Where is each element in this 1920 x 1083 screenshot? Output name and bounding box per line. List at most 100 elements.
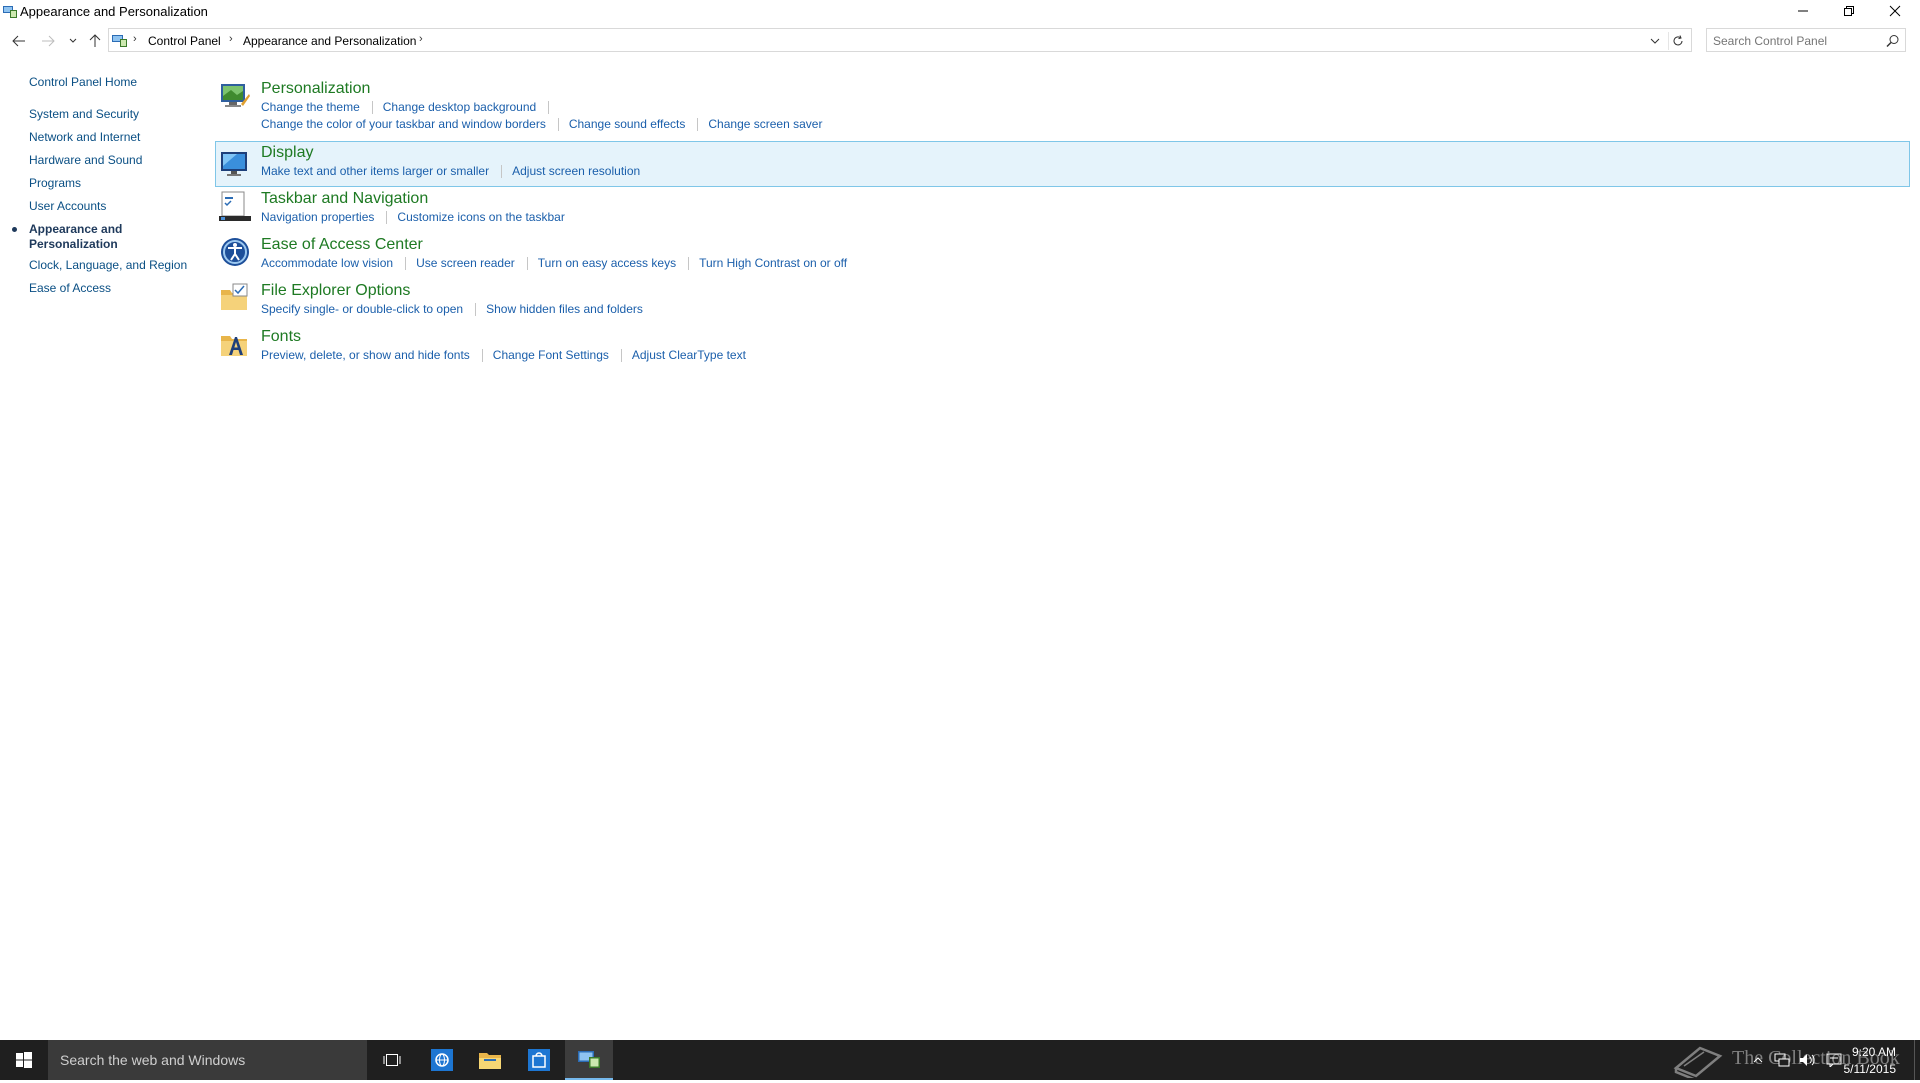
window-title: Appearance and Personalization xyxy=(20,4,208,19)
ease-of-access-title-link[interactable]: Ease of Access Center xyxy=(261,236,423,254)
nav-system-and-security[interactable]: System and Security xyxy=(29,107,139,122)
nav-ease-of-access[interactable]: Ease of Access xyxy=(29,281,111,296)
link-separator xyxy=(386,211,388,225)
network-icon xyxy=(1774,1053,1790,1067)
address-dropdown-button[interactable] xyxy=(1647,33,1663,49)
link-change-screen-saver[interactable]: Change screen saver xyxy=(708,117,822,131)
display-title-link[interactable]: Display xyxy=(261,144,313,162)
folder-icon xyxy=(479,1053,501,1069)
link-adjust-screen-resolution[interactable]: Adjust screen resolution xyxy=(512,164,640,178)
close-icon xyxy=(1889,5,1901,17)
link-use-screen-reader[interactable]: Use screen reader xyxy=(416,256,515,270)
link-single-double-click[interactable]: Specify single- or double-click to open xyxy=(261,302,463,316)
search-box[interactable] xyxy=(1706,28,1906,52)
link-customize-taskbar-icons[interactable]: Customize icons on the taskbar xyxy=(397,210,564,224)
store-icon xyxy=(528,1049,550,1071)
breadcrumb-separator[interactable]: › xyxy=(419,33,423,45)
chevron-down-icon xyxy=(69,38,77,43)
control-panel-icon xyxy=(578,1051,600,1068)
nav-network-and-internet[interactable]: Network and Internet xyxy=(29,130,140,145)
taskbar-app-control-panel[interactable] xyxy=(565,1040,613,1080)
breadcrumb-control-panel[interactable]: Control Panel xyxy=(148,34,221,48)
show-hidden-icons-button[interactable] xyxy=(1750,1040,1766,1080)
link-navigation-properties[interactable]: Navigation properties xyxy=(261,210,374,224)
nav-hardware-and-sound[interactable]: Hardware and Sound xyxy=(29,153,142,168)
ease-of-access-icon xyxy=(221,238,249,266)
link-make-text-larger[interactable]: Make text and other items larger or smal… xyxy=(261,164,489,178)
nav-programs[interactable]: Programs xyxy=(29,176,81,191)
control-panel-home-link[interactable]: Control Panel Home xyxy=(29,75,137,90)
chevron-up-icon xyxy=(1753,1057,1763,1063)
search-icon[interactable] xyxy=(1885,33,1901,49)
nav-appearance-and-personalization[interactable]: Appearance and Personalization xyxy=(29,222,122,252)
back-button[interactable] xyxy=(8,30,30,52)
link-show-hidden-files[interactable]: Show hidden files and folders xyxy=(486,302,643,316)
category-personalization: Personalization Change the theme Change d… xyxy=(215,78,1910,136)
show-desktop-button[interactable] xyxy=(1914,1040,1920,1080)
control-panel-icon xyxy=(112,35,127,47)
nav-label-line2: Personalization xyxy=(29,237,118,251)
search-input[interactable] xyxy=(1713,34,1873,48)
refresh-button[interactable] xyxy=(1668,32,1687,50)
link-change-desktop-background[interactable]: Change desktop background xyxy=(383,100,536,114)
breadcrumb-separator[interactable]: › xyxy=(229,33,233,45)
task-view-button[interactable] xyxy=(368,1040,416,1080)
link-change-theme[interactable]: Change the theme xyxy=(261,100,360,114)
clock-date[interactable]: 5/11/2015 xyxy=(1844,1062,1897,1076)
personalization-links-row1: Change the theme Change desktop backgroun… xyxy=(261,100,559,115)
restore-button[interactable] xyxy=(1826,0,1872,22)
minimize-button[interactable] xyxy=(1780,0,1826,22)
start-button[interactable] xyxy=(0,1040,47,1080)
nav-user-accounts[interactable]: User Accounts xyxy=(29,199,106,214)
breadcrumb-appearance[interactable]: Appearance and Personalization xyxy=(243,34,416,48)
category-display[interactable]: Display Make text and other items larger… xyxy=(215,141,1910,187)
tray-volume-button[interactable] xyxy=(1796,1040,1820,1080)
link-change-taskbar-color[interactable]: Change the color of your taskbar and win… xyxy=(261,117,546,131)
navigation-bar: › Control Panel › Appearance and Persona… xyxy=(0,28,1920,54)
close-button[interactable] xyxy=(1872,0,1918,22)
link-separator xyxy=(620,349,622,363)
link-separator xyxy=(475,303,477,317)
link-separator xyxy=(405,257,407,271)
title-bar: Appearance and Personalization xyxy=(0,0,1920,24)
link-preview-delete-fonts[interactable]: Preview, delete, or show and hide fonts xyxy=(261,348,470,362)
taskbar-links-row1: Navigation properties Customize icons on … xyxy=(261,210,565,225)
link-high-contrast[interactable]: Turn High Contrast on or off xyxy=(699,256,847,270)
refresh-icon xyxy=(1673,35,1683,46)
forward-button[interactable] xyxy=(37,30,59,52)
tray-action-center-button[interactable] xyxy=(1822,1040,1846,1080)
tray-network-button[interactable] xyxy=(1770,1040,1794,1080)
arrow-right-icon xyxy=(42,35,55,47)
link-adjust-cleartype[interactable]: Adjust ClearType text xyxy=(632,348,746,362)
book-icon xyxy=(1673,1046,1723,1082)
taskbar-search-placeholder: Search the web and Windows xyxy=(60,1052,246,1068)
up-button[interactable] xyxy=(84,30,106,52)
personalization-icon xyxy=(221,84,250,107)
nav-clock-language-region[interactable]: Clock, Language, and Region xyxy=(29,258,187,273)
recent-locations-button[interactable] xyxy=(62,30,84,52)
control-panel-icon xyxy=(3,6,17,18)
taskbar-navigation-title-link[interactable]: Taskbar and Navigation xyxy=(261,190,428,208)
fonts-title-link[interactable]: Fonts xyxy=(261,328,301,346)
taskbar-app-file-explorer[interactable] xyxy=(466,1040,514,1080)
link-accommodate-low-vision[interactable]: Accommodate low vision xyxy=(261,256,393,270)
link-separator xyxy=(526,257,528,271)
link-separator xyxy=(548,101,550,115)
arrow-up-icon xyxy=(89,34,101,47)
taskbar-app-store[interactable] xyxy=(515,1040,563,1080)
link-change-font-settings[interactable]: Change Font Settings xyxy=(493,348,609,362)
ease-of-access-links-row1: Accommodate low vision Use screen reader T… xyxy=(261,256,847,271)
address-bar[interactable]: › Control Panel › Appearance and Persona… xyxy=(108,28,1692,52)
personalization-title-link[interactable]: Personalization xyxy=(261,80,370,98)
breadcrumb-separator[interactable]: › xyxy=(133,33,137,45)
fonts-icon xyxy=(221,336,247,356)
link-change-sound-effects[interactable]: Change sound effects xyxy=(569,117,686,131)
display-links-row1: Make text and other items larger or smal… xyxy=(261,164,640,179)
volume-icon xyxy=(1800,1054,1815,1066)
taskbar-app-browser[interactable] xyxy=(418,1040,466,1080)
file-explorer-options-title-link[interactable]: File Explorer Options xyxy=(261,282,410,300)
taskbar-icon xyxy=(219,191,251,221)
clock-time[interactable]: 9:20 AM xyxy=(1852,1045,1896,1059)
taskbar-search-box[interactable]: Search the web and Windows xyxy=(48,1040,367,1080)
link-easy-access-keys[interactable]: Turn on easy access keys xyxy=(538,256,676,270)
